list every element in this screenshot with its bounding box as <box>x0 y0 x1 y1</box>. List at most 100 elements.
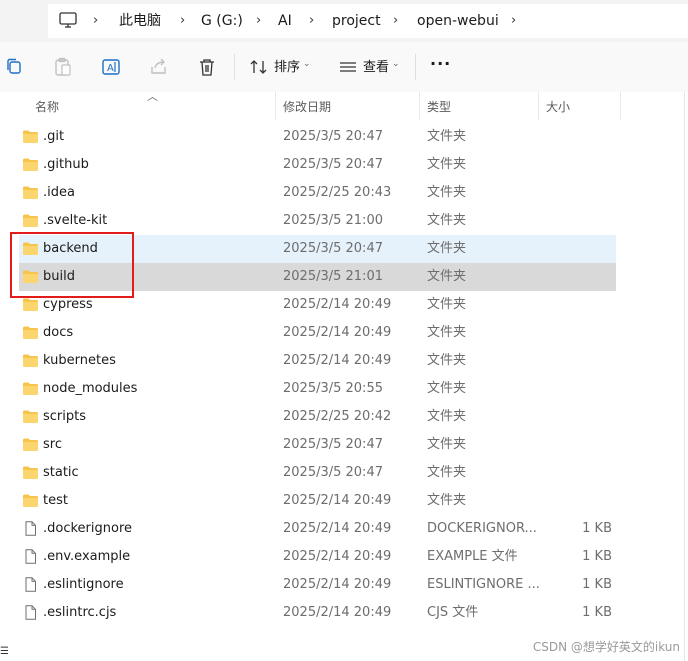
view-label[interactable]: 查看 <box>363 60 389 76</box>
column-header-name[interactable]: 名称 <box>35 98 59 115</box>
share-icon[interactable] <box>148 56 170 78</box>
file-type: 文件夹 <box>427 409 467 424</box>
file-row-test[interactable]: test 2025/2/14 20:49 文件夹 <box>19 487 616 515</box>
file-type: DOCKERIGNOR... <box>427 521 537 536</box>
file-type: 文件夹 <box>427 157 467 172</box>
file-name: .git <box>43 129 65 144</box>
rename-icon[interactable]: A <box>100 56 122 78</box>
chevron-right-icon[interactable]: › <box>309 11 314 31</box>
file-type: 文件夹 <box>427 437 467 452</box>
this-pc-icon[interactable] <box>59 11 77 29</box>
file-name: node_modules <box>43 381 138 396</box>
file-type: EXAMPLE 文件 <box>427 549 518 564</box>
highlight-annotation-box <box>10 232 134 298</box>
file-row-dot-git[interactable]: .git 2025/3/5 20:47 文件夹 <box>19 123 616 151</box>
address-bar: › 此电脑 › G (G:) › AI › project › open-web… <box>0 0 688 42</box>
file-row-dot-eslintignore[interactable]: .eslintignore 2025/2/14 20:49 ESLINTIGNORE… <box>19 571 616 599</box>
file-name: scripts <box>43 409 86 424</box>
file-modified-date: 2025/2/14 20:49 <box>283 353 392 368</box>
file-name: static <box>43 465 79 480</box>
sort-label[interactable]: 排序 <box>274 60 300 76</box>
folder-icon <box>22 325 39 340</box>
file-row-scripts[interactable]: scripts 2025/2/25 20:42 文件夹 <box>19 403 616 431</box>
chevron-right-icon[interactable]: › <box>393 11 398 31</box>
file-row-dot-svelte-kit[interactable]: .svelte-kit 2025/3/5 21:00 文件夹 <box>19 207 616 235</box>
paste-icon[interactable] <box>52 56 74 78</box>
file-modified-date: 2025/3/5 20:47 <box>283 129 383 144</box>
folder-icon <box>22 493 39 508</box>
folder-icon <box>22 381 39 396</box>
chevron-down-icon[interactable]: ⌄ <box>392 59 400 69</box>
file-size: 1 KB <box>582 521 612 536</box>
file-row-node-modules[interactable]: node_modules 2025/3/5 20:55 文件夹 <box>19 375 616 403</box>
view-icon[interactable] <box>337 56 359 78</box>
folder-icon <box>22 353 39 368</box>
file-modified-date: 2025/3/5 20:55 <box>283 381 383 396</box>
file-row-dot-dockerignore[interactable]: .dockerignore 2025/2/14 20:49 DOCKERIGNOR.… <box>19 515 616 543</box>
svg-text:A: A <box>107 63 114 74</box>
column-divider[interactable] <box>620 92 621 120</box>
file-type: 文件夹 <box>427 353 467 368</box>
delete-icon[interactable] <box>196 56 218 78</box>
chevron-right-icon[interactable]: › <box>180 11 185 31</box>
column-header-date[interactable]: 修改日期 <box>283 98 331 115</box>
file-size: 1 KB <box>582 577 612 592</box>
folder-icon <box>22 129 39 144</box>
column-header-size[interactable]: 大小 <box>546 98 570 115</box>
copy-icon[interactable] <box>4 56 26 78</box>
chevron-right-icon[interactable]: › <box>93 11 98 31</box>
folder-icon <box>22 297 39 312</box>
toolbar-divider <box>234 54 235 80</box>
file-icon <box>22 549 39 564</box>
file-type: 文件夹 <box>427 241 467 256</box>
file-name: kubernetes <box>43 353 116 368</box>
file-row-dot-env-example[interactable]: .env.example 2025/2/14 20:49 EXAMPLE 文件 1 K… <box>19 543 616 571</box>
file-row-docs[interactable]: docs 2025/2/14 20:49 文件夹 <box>19 319 616 347</box>
column-divider[interactable] <box>275 92 276 120</box>
file-row-dot-github[interactable]: .github 2025/3/5 20:47 文件夹 <box>19 151 616 179</box>
more-options-icon[interactable]: ··· <box>430 56 451 72</box>
breadcrumb-item-open-webui[interactable]: open-webui <box>417 11 499 31</box>
file-row-kubernetes[interactable]: kubernetes 2025/2/14 20:49 文件夹 <box>19 347 616 375</box>
breadcrumb-item-this-pc[interactable]: 此电脑 <box>119 11 161 31</box>
file-row-static[interactable]: static 2025/3/5 20:47 文件夹 <box>19 459 616 487</box>
file-modified-date: 2025/3/5 21:01 <box>283 269 383 284</box>
file-type: 文件夹 <box>427 325 467 340</box>
file-type: 文件夹 <box>427 297 467 312</box>
file-row-dot-idea[interactable]: .idea 2025/2/25 20:43 文件夹 <box>19 179 616 207</box>
scrollbar-track[interactable] <box>684 92 685 661</box>
file-row-src[interactable]: src 2025/3/5 20:47 文件夹 <box>19 431 616 459</box>
toolbar-divider <box>415 54 416 80</box>
file-icon <box>22 577 39 592</box>
file-modified-date: 2025/3/5 20:47 <box>283 241 383 256</box>
file-row-dot-eslintrc-cjs[interactable]: .eslintrc.cjs 2025/2/14 20:49 CJS 文件 1 KB <box>19 599 616 627</box>
folder-icon <box>22 213 39 228</box>
file-type: 文件夹 <box>427 493 467 508</box>
file-type: 文件夹 <box>427 381 467 396</box>
folder-icon <box>22 465 39 480</box>
folder-icon <box>22 185 39 200</box>
file-name: .svelte-kit <box>43 213 108 228</box>
watermark: CSDN @想学好英文的ikun <box>532 640 680 654</box>
breadcrumb-item-drive[interactable]: G (G:) <box>201 11 243 31</box>
chevron-down-icon[interactable]: ⌄ <box>303 59 311 69</box>
chevron-right-icon[interactable]: › <box>511 11 516 31</box>
file-modified-date: 2025/3/5 20:47 <box>283 465 383 480</box>
sort-up-icon: ︿ <box>147 90 158 103</box>
file-modified-date: 2025/2/25 20:42 <box>283 409 392 424</box>
details-view-icon[interactable]: ☰ <box>0 646 9 657</box>
breadcrumb-item-project[interactable]: project <box>332 11 381 31</box>
sort-icon[interactable] <box>248 56 270 78</box>
column-header-type[interactable]: 类型 <box>427 98 451 115</box>
column-divider[interactable] <box>538 92 539 120</box>
file-size: 1 KB <box>582 605 612 620</box>
file-name: test <box>43 493 68 508</box>
file-modified-date: 2025/2/14 20:49 <box>283 605 392 620</box>
column-divider[interactable] <box>419 92 420 120</box>
file-modified-date: 2025/3/5 21:00 <box>283 213 383 228</box>
column-header-row: ︿ 名称 修改日期 类型 大小 <box>0 90 688 120</box>
breadcrumb-item-ai[interactable]: AI <box>278 11 292 31</box>
file-type: ESLINTIGNORE ... <box>427 577 540 592</box>
chevron-right-icon[interactable]: › <box>256 11 261 31</box>
file-type: 文件夹 <box>427 129 467 144</box>
